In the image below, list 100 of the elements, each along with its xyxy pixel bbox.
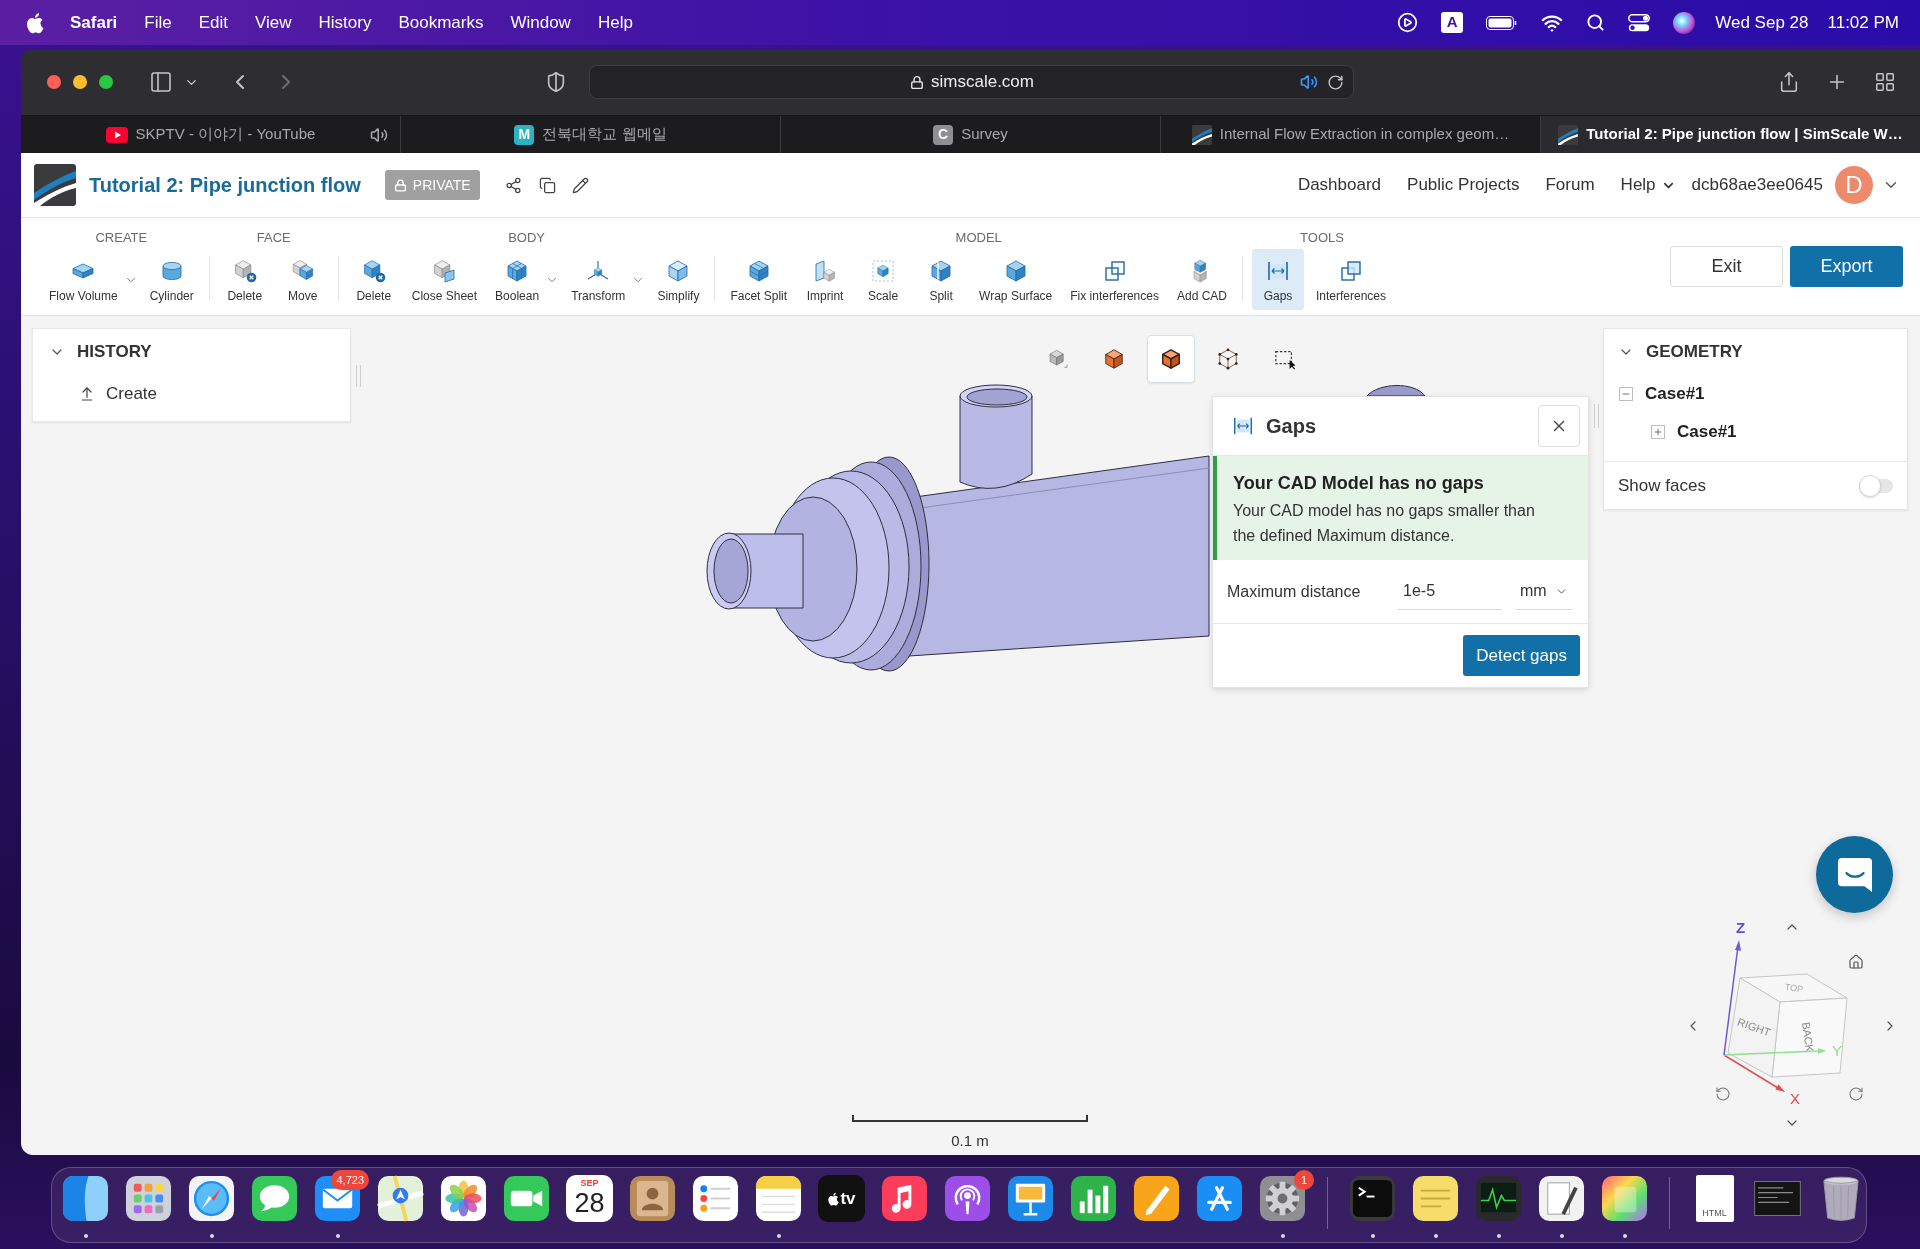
cube-pair-icon bbox=[290, 259, 315, 283]
sticky-note-app-icon[interactable] bbox=[1412, 1175, 1459, 1222]
html-document-tile[interactable]: HTML bbox=[1695, 1175, 1734, 1222]
chat-button[interactable] bbox=[1816, 836, 1893, 913]
copy-icon[interactable] bbox=[538, 176, 556, 194]
unit-dropdown[interactable]: mm bbox=[1516, 573, 1572, 610]
tree-item[interactable]: Case#1 bbox=[1645, 381, 1705, 407]
scroll-pen-app-icon[interactable] bbox=[1538, 1175, 1585, 1222]
browser-tab[interactable]: SKPTV - 이야기 - YouTube bbox=[21, 116, 400, 153]
action-button[interactable]: Exit bbox=[1670, 246, 1783, 287]
app-menu[interactable]: Safari bbox=[70, 9, 118, 36]
toggle-switches-icon[interactable] bbox=[1628, 13, 1651, 32]
share-icon[interactable] bbox=[1778, 70, 1800, 94]
input-source-indicator[interactable]: A bbox=[1441, 12, 1464, 33]
menu-item[interactable]: View bbox=[254, 9, 292, 36]
gear-app-icon[interactable] bbox=[1259, 1175, 1306, 1222]
browser-tab[interactable]: Tutorial 2: Pipe junction flow | SimScale W… bbox=[1540, 116, 1920, 153]
menu-item[interactable]: Help bbox=[597, 9, 633, 36]
speech-bubble-app-icon[interactable] bbox=[251, 1175, 298, 1222]
rotate-right-icon[interactable] bbox=[1848, 1086, 1864, 1102]
group-label: TOOLS bbox=[1300, 230, 1344, 246]
checklist-app-icon[interactable] bbox=[692, 1175, 739, 1222]
scale-label: 0.1 m bbox=[951, 1132, 989, 1150]
cube-icon bbox=[1003, 259, 1028, 283]
podcast-app-icon[interactable] bbox=[944, 1175, 991, 1222]
zoom-window-button[interactable] bbox=[99, 75, 113, 89]
address-bar[interactable]: simscale.com bbox=[589, 65, 1354, 99]
two-tone-app-icon[interactable] bbox=[62, 1175, 109, 1222]
map-app-icon[interactable] bbox=[377, 1175, 424, 1222]
calendar-month: SEP bbox=[580, 1178, 599, 1188]
pen-app-icon[interactable] bbox=[1133, 1175, 1180, 1222]
project-title: Tutorial 2: Pipe junction flow bbox=[89, 173, 361, 198]
resize-handle[interactable] bbox=[1594, 404, 1599, 428]
favicon-letter: C bbox=[933, 124, 954, 145]
sidebar-icon[interactable] bbox=[148, 70, 174, 94]
app-grid-icon[interactable] bbox=[125, 1175, 172, 1222]
color-gradient-app-icon[interactable] bbox=[1601, 1175, 1648, 1222]
tool-button[interactable]: Gaps bbox=[1252, 249, 1304, 310]
close-window-button[interactable] bbox=[47, 75, 61, 89]
distance-input[interactable]: 1e-5 bbox=[1398, 573, 1502, 610]
rotate-left-icon[interactable] bbox=[1715, 1086, 1731, 1102]
pulse-graph-app-icon[interactable] bbox=[1475, 1175, 1522, 1222]
menu-bar-date[interactable]: Wed Sep 28 bbox=[1715, 9, 1809, 36]
bar-chart-app-icon[interactable] bbox=[1070, 1175, 1117, 1222]
lectern-app-icon[interactable] bbox=[1007, 1175, 1054, 1222]
nav-link[interactable]: Public Projects bbox=[1407, 172, 1520, 198]
swoosh-logo-icon bbox=[1558, 124, 1579, 145]
share-icon[interactable] bbox=[504, 176, 522, 194]
speaker-icon[interactable] bbox=[1300, 73, 1318, 91]
menu-item[interactable]: Window bbox=[510, 9, 571, 36]
terminal-app-icon[interactable] bbox=[1349, 1175, 1396, 1222]
pencil-icon[interactable] bbox=[571, 176, 589, 194]
music-note-app-icon[interactable] bbox=[881, 1175, 928, 1222]
username[interactable]: dcb68ae3ee0645 bbox=[1691, 172, 1823, 198]
cube-sheet-icon bbox=[432, 259, 457, 283]
nav-link[interactable]: Dashboard bbox=[1297, 172, 1382, 198]
reload-icon[interactable] bbox=[1327, 73, 1344, 91]
home-icon[interactable] bbox=[1848, 954, 1864, 970]
window-thumbnail-icon[interactable] bbox=[1754, 1181, 1801, 1216]
toggle-switch[interactable] bbox=[1859, 474, 1893, 497]
collapse-toggle-icon[interactable] bbox=[1619, 387, 1633, 401]
compass-app-icon[interactable] bbox=[188, 1175, 235, 1222]
notepad-app-icon[interactable] bbox=[755, 1175, 802, 1222]
create-entry[interactable]: Create bbox=[79, 375, 158, 413]
resize-handle[interactable] bbox=[356, 365, 361, 387]
crossed-sticks-app-icon[interactable] bbox=[1196, 1175, 1243, 1222]
tv-app-tile[interactable]: tv bbox=[818, 1175, 865, 1222]
gradient-orb-icon[interactable] bbox=[1673, 11, 1696, 34]
video-camera-app-icon[interactable] bbox=[503, 1175, 550, 1222]
menu-item[interactable]: Edit bbox=[198, 9, 228, 36]
menu-item[interactable]: History bbox=[318, 9, 372, 36]
menu-bar-time[interactable]: 11:02 PM bbox=[1827, 9, 1899, 36]
tree-item[interactable]: Case#1 bbox=[1677, 419, 1737, 445]
pipe-rim-drawing bbox=[1366, 385, 1426, 397]
nav-link[interactable]: Help bbox=[1620, 172, 1676, 198]
tab-overview-icon[interactable] bbox=[1874, 71, 1896, 93]
menu-item[interactable]: File bbox=[144, 9, 172, 36]
battery-icon[interactable] bbox=[1486, 15, 1519, 30]
nav-link[interactable]: Forum bbox=[1545, 172, 1595, 198]
alert-message: Your CAD model has no gaps smaller than the defined Maximum distance. bbox=[1233, 501, 1536, 546]
toggle-label: Show faces bbox=[1618, 474, 1706, 497]
action-button[interactable]: Export bbox=[1790, 246, 1903, 287]
menu-item[interactable]: Bookmarks bbox=[398, 9, 484, 36]
minimize-window-button[interactable] bbox=[73, 75, 87, 89]
play-circle-icon[interactable] bbox=[1397, 12, 1419, 33]
group-label: CREATE bbox=[95, 230, 148, 246]
calendar-app-tile[interactable]: SEP 28 bbox=[566, 1175, 613, 1222]
detect-gaps-button[interactable]: Detect gaps bbox=[1463, 635, 1580, 676]
speaker-icon[interactable] bbox=[370, 125, 388, 144]
expand-toggle-icon[interactable] bbox=[1651, 425, 1665, 439]
cube-facets-icon bbox=[746, 259, 771, 283]
view-mode-button[interactable] bbox=[1147, 335, 1195, 383]
contact-card-app-icon[interactable] bbox=[629, 1175, 676, 1222]
trash-icon[interactable] bbox=[1821, 1175, 1860, 1222]
flower-app-icon[interactable] bbox=[440, 1175, 487, 1222]
apple-icon[interactable] bbox=[25, 11, 44, 34]
panel-title: HISTORY bbox=[77, 341, 152, 364]
swoosh-logo-icon bbox=[1191, 124, 1212, 145]
search-icon[interactable] bbox=[1586, 13, 1606, 32]
shield-icon[interactable] bbox=[545, 70, 567, 94]
